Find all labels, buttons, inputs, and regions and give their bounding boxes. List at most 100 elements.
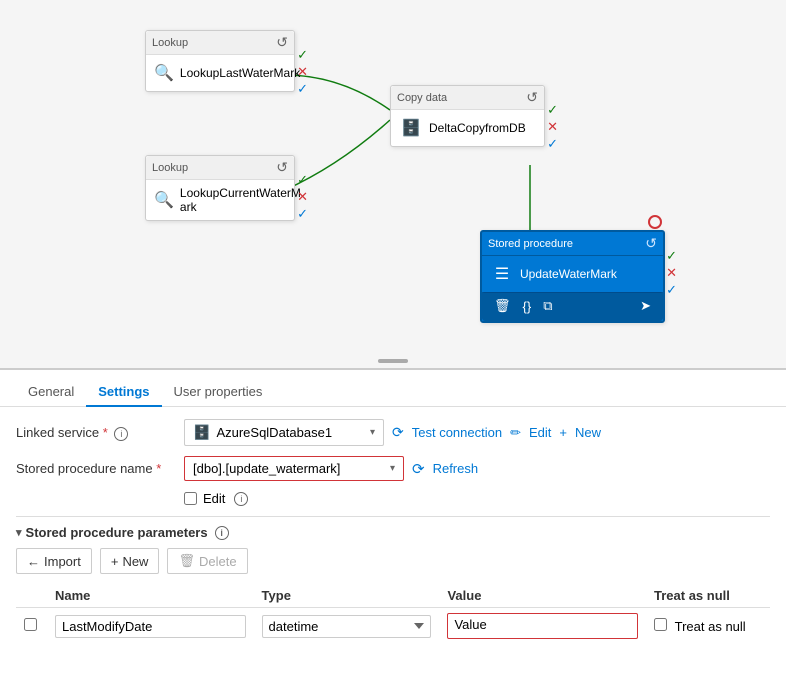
check-icon: ✓ bbox=[297, 172, 308, 188]
new-button[interactable]: + New bbox=[100, 548, 160, 574]
test-connection-icon: ⟳ bbox=[392, 424, 404, 441]
value-input[interactable]: Value bbox=[447, 613, 638, 639]
row-value-cell: Value bbox=[439, 608, 646, 645]
copydata-icon: 🗄️ bbox=[399, 116, 423, 140]
divider bbox=[16, 516, 770, 517]
cross-icon: ✕ bbox=[297, 189, 308, 205]
col-type-header: Type bbox=[254, 584, 440, 608]
blue-check-icon: ✓ bbox=[547, 136, 558, 152]
linked-service-row: Linked service * i 🗄️ AzureSqlDatabase1 … bbox=[16, 419, 770, 446]
required-star: * bbox=[156, 461, 161, 476]
blue-check-icon: ✓ bbox=[297, 206, 308, 222]
copydata-body: 🗄️ DeltaCopyfromDB bbox=[391, 110, 544, 146]
check-icon: ✓ bbox=[547, 102, 558, 118]
lookup1-icon: 🔍 bbox=[154, 61, 174, 85]
tab-general[interactable]: General bbox=[16, 378, 86, 407]
tabs-bar: General Settings User properties bbox=[0, 370, 786, 407]
plus-icon: + bbox=[111, 554, 119, 569]
arrow-icon[interactable]: ➤ bbox=[640, 298, 651, 314]
refresh-icon: ⟳ bbox=[412, 460, 425, 478]
drag-handle[interactable] bbox=[378, 359, 408, 363]
table-header-row: Name Type Value Treat as null bbox=[16, 584, 770, 608]
lookup1-label: LookupLastWaterMark bbox=[180, 66, 300, 80]
delete-button[interactable]: 🗑 Delete bbox=[167, 548, 247, 574]
linked-service-dropdown[interactable]: 🗄️ AzureSqlDatabase1 ▾ bbox=[184, 419, 384, 446]
connector-circle bbox=[648, 215, 662, 229]
refresh-link[interactable]: Refresh bbox=[433, 461, 479, 476]
stored-proc-params-header[interactable]: ▾ Stored procedure parameters i bbox=[16, 525, 770, 540]
copydata-header: Copy data ↺ bbox=[391, 86, 544, 110]
col-check-header bbox=[16, 584, 47, 608]
storedproc-footer: 🗑 {} ⧉ ➤ bbox=[482, 292, 663, 321]
storedproc-type-label: Stored procedure bbox=[488, 238, 573, 250]
treat-as-null-checkbox[interactable] bbox=[654, 618, 667, 631]
code-icon[interactable]: {} bbox=[523, 299, 532, 314]
copydata-type-label: Copy data bbox=[397, 92, 447, 104]
settings-form: Linked service * i 🗄️ AzureSqlDatabase1 … bbox=[0, 407, 786, 656]
col-name-header: Name bbox=[47, 584, 254, 608]
params-table: Name Type Value Treat as null bbox=[16, 584, 770, 644]
section-title: Stored procedure parameters bbox=[26, 525, 208, 540]
copydata-status: ✓ ✕ ✓ bbox=[547, 102, 558, 152]
new-link[interactable]: New bbox=[575, 425, 601, 440]
chevron-down-icon: ▾ bbox=[390, 463, 395, 474]
bottom-panel: General Settings User properties Linked … bbox=[0, 370, 786, 689]
chevron-down-icon: ▾ bbox=[370, 427, 375, 438]
lookup2-node[interactable]: Lookup ↺ 🔍 LookupCurrentWaterMark ✓ ✕ ✓ bbox=[145, 155, 295, 221]
plus-icon: + bbox=[559, 425, 567, 440]
stored-proc-name-value: [dbo].[update_watermark] bbox=[193, 461, 340, 476]
lookup1-status: ✓ ✕ ✓ bbox=[297, 47, 308, 97]
cross-icon: ✕ bbox=[666, 265, 677, 281]
cross-icon: ✕ bbox=[297, 64, 308, 80]
stored-proc-name-control: [dbo].[update_watermark] ▾ ⟳ Refresh bbox=[184, 456, 770, 481]
type-select[interactable]: datetime bbox=[262, 615, 432, 638]
check-icon: ✓ bbox=[297, 47, 308, 63]
lookup2-icon: 🔍 bbox=[154, 188, 174, 212]
stored-proc-name-dropdown[interactable]: [dbo].[update_watermark] ▾ bbox=[184, 456, 404, 481]
pipeline-canvas[interactable]: Lookup ↺ 🔍 LookupLastWaterMark ✓ ✕ ✓ Loo… bbox=[0, 0, 786, 370]
blue-check-icon: ✓ bbox=[666, 282, 677, 298]
cross-icon: ✕ bbox=[547, 119, 558, 135]
edit-checkbox-row: Edit i bbox=[184, 491, 770, 506]
edit-icon: ✏ bbox=[510, 425, 521, 441]
connectors-svg bbox=[0, 0, 786, 368]
lookup1-node[interactable]: Lookup ↺ 🔍 LookupLastWaterMark ✓ ✕ ✓ bbox=[145, 30, 295, 92]
lookup1-body: 🔍 LookupLastWaterMark bbox=[146, 55, 294, 91]
row-checkbox[interactable] bbox=[24, 618, 37, 631]
lookup2-type-label: Lookup bbox=[152, 162, 188, 174]
edit-link[interactable]: Edit bbox=[529, 425, 551, 440]
row-name-cell bbox=[47, 608, 254, 645]
linked-service-label: Linked service * i bbox=[16, 425, 176, 441]
check-icon: ✓ bbox=[666, 248, 677, 264]
storedproc-header: Stored procedure ↺ bbox=[482, 232, 663, 256]
lookup1-type-label: Lookup bbox=[152, 37, 188, 49]
storedproc-node[interactable]: Stored procedure ↺ ☰ UpdateWaterMark 🗑 {… bbox=[480, 230, 665, 323]
lookup2-header: Lookup ↺ bbox=[146, 156, 294, 180]
tab-settings[interactable]: Settings bbox=[86, 378, 161, 407]
params-action-buttons: ← Import + New 🗑 Delete bbox=[16, 548, 770, 574]
col-value-header: Value bbox=[439, 584, 646, 608]
lookup2-label: LookupCurrentWaterMark bbox=[180, 186, 301, 214]
delete-icon[interactable]: 🗑 bbox=[494, 298, 511, 314]
copy-icon[interactable]: ⧉ bbox=[543, 298, 552, 314]
required-star: * bbox=[103, 425, 108, 440]
import-button[interactable]: ← Import bbox=[16, 548, 92, 574]
blue-check-icon: ✓ bbox=[297, 81, 308, 97]
row-check-cell bbox=[16, 608, 47, 645]
copydata-node[interactable]: Copy data ↺ 🗄️ DeltaCopyfromDB ✓ ✕ ✓ bbox=[390, 85, 545, 147]
storedproc-label: UpdateWaterMark bbox=[520, 267, 617, 281]
storedproc-status: ✓ ✕ ✓ bbox=[666, 248, 677, 298]
edit-info-icon[interactable]: i bbox=[234, 492, 248, 506]
lookup2-status: ✓ ✕ ✓ bbox=[297, 172, 308, 222]
col-null-header: Treat as null bbox=[646, 584, 770, 608]
stored-proc-name-label: Stored procedure name * bbox=[16, 461, 176, 476]
linked-service-info-icon[interactable]: i bbox=[114, 427, 128, 441]
edit-checkbox[interactable] bbox=[184, 492, 197, 505]
name-input[interactable] bbox=[55, 615, 246, 638]
params-info-icon[interactable]: i bbox=[215, 526, 229, 540]
lookup2-body: 🔍 LookupCurrentWaterMark bbox=[146, 180, 294, 220]
test-connection-link[interactable]: Test connection bbox=[412, 425, 502, 440]
tab-userprops[interactable]: User properties bbox=[162, 378, 275, 407]
storedproc-body: ☰ UpdateWaterMark bbox=[482, 256, 663, 292]
trash-icon: 🗑 bbox=[178, 553, 195, 569]
